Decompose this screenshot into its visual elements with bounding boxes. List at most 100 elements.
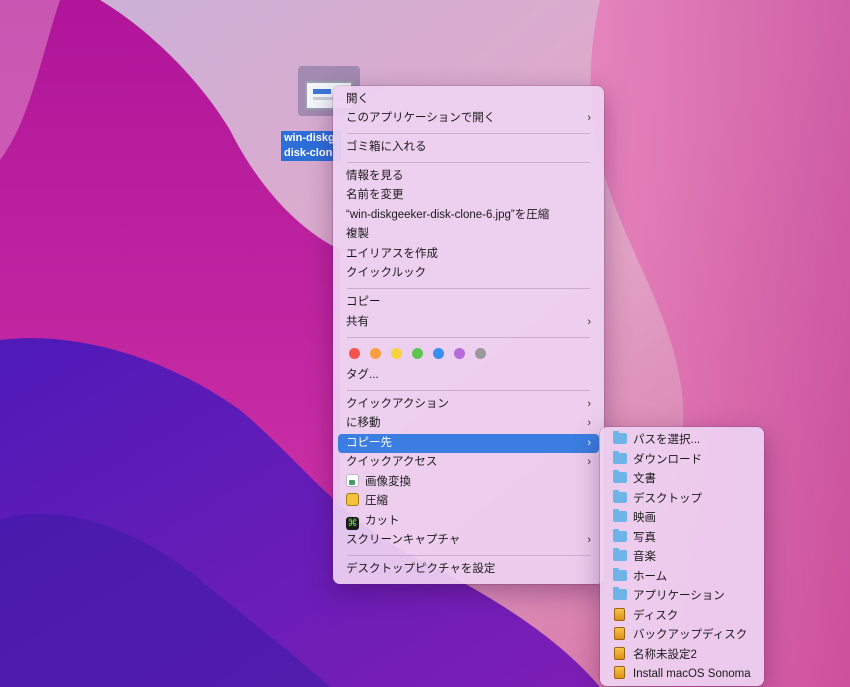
submenu-item[interactable]: ディスク — [605, 607, 759, 626]
folder-icon — [613, 431, 627, 444]
menu-item-share[interactable]: 共有 › — [338, 313, 599, 332]
menu-item-copy[interactable]: コピー — [338, 293, 599, 312]
menu-item-compress-file[interactable]: “win-diskgeeker-disk-clone-6.jpg”を圧縮 — [338, 206, 599, 225]
submenu-item[interactable]: バックアップディスク — [605, 626, 759, 645]
submenu-item[interactable]: パスを選択... — [605, 431, 759, 450]
tag-orange-dot[interactable] — [370, 348, 381, 359]
menu-item-move-to-trash[interactable]: ゴミ箱に入れる — [338, 138, 599, 157]
drive-icon — [614, 627, 625, 640]
menu-item-label: エイリアスを作成 — [346, 248, 438, 260]
submenu-item-label: Install macOS Sonoma — [633, 668, 751, 680]
menu-item-label: 画像変換 — [365, 476, 411, 488]
separator — [347, 162, 590, 163]
menu-item-quick-look[interactable]: クイックルック — [338, 264, 599, 283]
submenu-item[interactable]: 文書 — [605, 470, 759, 489]
menu-item-open-with[interactable]: このアプリケーションで開く › — [338, 109, 599, 128]
submenu-item-label: バックアップディスク — [633, 629, 748, 641]
submenu-item-label: ホーム — [633, 570, 668, 583]
separator — [347, 337, 590, 338]
submenu-item[interactable]: ホーム — [605, 567, 759, 587]
separator — [347, 390, 590, 391]
folder-icon — [613, 470, 627, 483]
chevron-right-icon: › — [587, 417, 591, 429]
menu-item-compress[interactable]: 圧縮 — [338, 492, 599, 511]
menu-item-label: コピー — [346, 296, 381, 308]
submenu-item-label: ダウンロード — [633, 453, 702, 466]
submenu-item-label: アプリケーション — [633, 590, 725, 602]
menu-item-label: 圧縮 — [365, 495, 388, 507]
menu-item-label: “win-diskgeeker-disk-clone-6.jpg”を圧縮 — [346, 209, 550, 221]
file-name-label[interactable]: win-diskg disk-clon — [281, 131, 341, 161]
menu-item-label: カット — [365, 515, 400, 527]
menu-item-label: クイックアクセス — [346, 456, 438, 468]
chevron-right-icon: › — [587, 316, 591, 328]
submenu-item[interactable]: 音楽 — [605, 548, 759, 567]
menu-item-tags[interactable]: タグ... — [338, 366, 599, 385]
submenu-item-label: 名称未設定2 — [633, 648, 697, 661]
menu-item-label: に移動 — [346, 417, 381, 429]
menu-item-label: このアプリケーションで開く — [346, 112, 496, 124]
menu-item-move-to[interactable]: に移動 › — [338, 414, 599, 433]
menu-item-label: ゴミ箱に入れる — [346, 141, 427, 153]
menu-item-label: 開く — [346, 93, 369, 105]
submenu-item-label: ディスク — [633, 609, 679, 622]
context-menu: 開く このアプリケーションで開く › ゴミ箱に入れる 情報を見る 名前を変更 “w… — [333, 86, 604, 584]
menu-item-make-alias[interactable]: エイリアスを作成 — [338, 245, 599, 264]
tag-yellow-dot[interactable] — [391, 348, 402, 359]
menu-item-image-convert[interactable]: 画像変換 — [338, 473, 599, 492]
menu-item-label: タグ... — [346, 369, 379, 381]
menu-item-label: デスクトップピクチャを設定 — [346, 563, 496, 575]
menu-item-label: 名前を変更 — [346, 189, 404, 201]
menu-item-cut[interactable]: ⌘ カット — [338, 512, 599, 531]
menu-item-get-info[interactable]: 情報を見る — [338, 167, 599, 186]
submenu-item-label: 写真 — [633, 531, 656, 544]
submenu-item[interactable]: 映画 — [605, 509, 759, 528]
menu-item-copy-to[interactable]: コピー先 › — [338, 434, 599, 453]
submenu-item[interactable]: ダウンロード — [605, 450, 759, 470]
chevron-right-icon: › — [587, 534, 591, 546]
folder-icon — [613, 528, 627, 542]
copy-to-submenu: パスを選択... ダウンロード 文書デスクトップ 映画写真音楽ホームアプリケーションデ… — [600, 427, 764, 686]
submenu-item-label: パスを選択... — [633, 434, 701, 446]
tag-red-dot[interactable] — [349, 348, 360, 359]
tag-gray-dot[interactable] — [475, 348, 486, 359]
menu-item-label: 複製 — [346, 228, 369, 240]
folder-icon — [613, 567, 627, 581]
menu-item-set-desktop-picture[interactable]: デスクトップピクチャを設定 — [338, 560, 599, 579]
folder-icon — [613, 489, 627, 503]
menu-item-label: 情報を見る — [346, 170, 404, 182]
menu-item-screen-capture[interactable]: スクリーンキャプチャ › — [338, 531, 599, 550]
menu-item-label: コピー先 — [346, 437, 392, 449]
drive-icon — [614, 666, 625, 679]
submenu-item-label: 映画 — [633, 512, 656, 524]
separator — [347, 555, 590, 556]
image-convert-icon — [346, 474, 359, 487]
folder-icon — [613, 587, 627, 600]
folder-icon — [613, 450, 627, 464]
menu-item-label: スクリーンキャプチャ — [346, 534, 461, 546]
menu-item-open[interactable]: 開く — [338, 90, 599, 109]
drive-icon — [614, 607, 625, 621]
submenu-item[interactable]: アプリケーション — [605, 587, 759, 606]
submenu-item[interactable]: 写真 — [605, 528, 759, 548]
menu-item-label: 共有 — [346, 316, 369, 328]
tag-green-dot[interactable] — [412, 348, 423, 359]
submenu-item-label: 文書 — [633, 473, 656, 485]
tag-purple-dot[interactable] — [454, 348, 465, 359]
submenu-item-label: デスクトップ — [633, 492, 702, 505]
file-name-line-1: win-diskg — [281, 131, 341, 146]
tag-blue-dot[interactable] — [433, 348, 444, 359]
menu-item-rename[interactable]: 名前を変更 — [338, 186, 599, 205]
menu-item-quick-access[interactable]: クイックアクセス › — [338, 453, 599, 472]
file-name-line-2: disk-clon — [281, 146, 341, 161]
separator — [347, 133, 590, 134]
submenu-item[interactable]: 名称未設定2 — [605, 646, 759, 665]
menu-item-quick-actions[interactable]: クイックアクション › — [338, 395, 599, 414]
submenu-item[interactable]: Install macOS Sonoma — [605, 665, 759, 684]
archive-icon — [346, 493, 359, 506]
menu-item-duplicate[interactable]: 複製 — [338, 225, 599, 244]
menu-item-label: クイックアクション — [346, 398, 449, 410]
chevron-right-icon: › — [587, 437, 591, 449]
drive-icon — [614, 646, 625, 660]
submenu-item[interactable]: デスクトップ — [605, 489, 759, 509]
